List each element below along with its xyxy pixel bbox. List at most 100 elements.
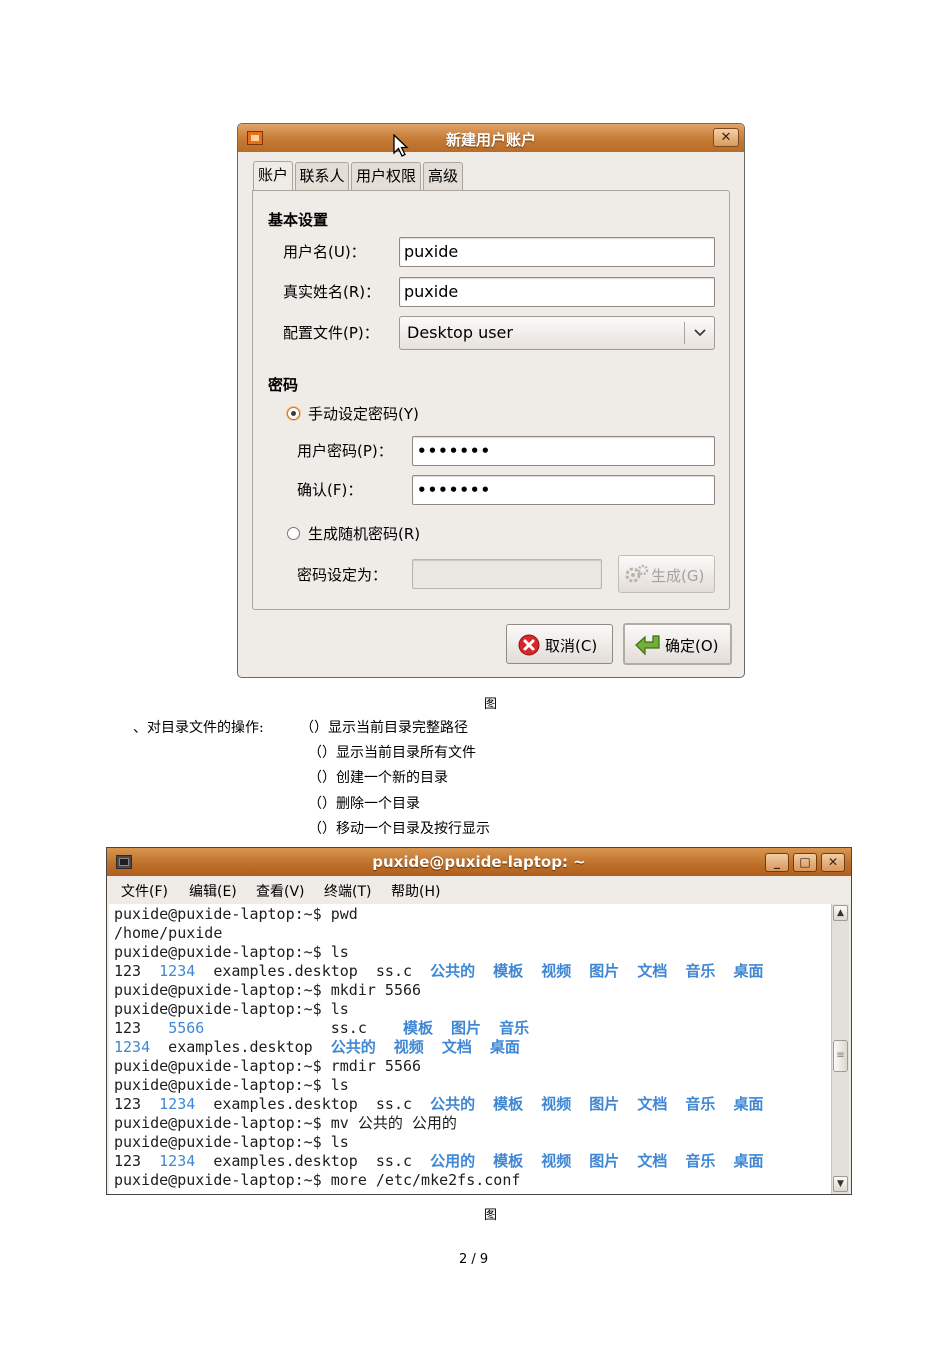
profile-select[interactable]: Desktop user (399, 316, 715, 350)
terminal-text: puxide@puxide-laptop:~$ mv 公共的 公用的 (114, 1114, 457, 1132)
terminal-line: puxide@puxide-laptop:~$ pwd (114, 905, 358, 924)
realname-label: 真实姓名(R)： (283, 283, 381, 301)
terminal-window: puxide@puxide-laptop: ~ _ □ ✕ 文件(F) 编辑(E… (106, 847, 852, 1195)
password-heading: 密码 (268, 376, 299, 394)
ops-intro: 、对目录文件的操作: (133, 720, 264, 736)
manual-password-label[interactable]: 手动设定密码(Y) (308, 403, 419, 424)
terminal-text: puxide@puxide-laptop:~$ ls (114, 1133, 349, 1151)
ops-item: （）显示当前目录完整路径 (300, 720, 468, 736)
profile-select-value: Desktop user (407, 323, 513, 342)
terminal-entry: 公共的 模板 视频 图片 文档 音乐 桌面 (430, 1095, 764, 1113)
terminal-line: 123 1234 examples.desktop ss.c 公用的 模板 视频… (114, 1152, 763, 1171)
terminal-line: puxide@puxide-laptop:~$ rmdir 5566 (114, 1057, 421, 1076)
enter-arrow-icon (635, 635, 660, 656)
tab-advanced[interactable]: 高级 (423, 162, 463, 190)
username-label: 用户名(U)： (283, 243, 366, 261)
terminal-entry: 1234 (159, 1095, 196, 1113)
menu-edit[interactable]: 编辑(E) (189, 881, 237, 901)
menu-terminal[interactable]: 终端(T) (324, 881, 371, 901)
ok-button[interactable]: 确定(O) (623, 623, 732, 665)
profile-label: 配置文件(P)： (283, 324, 379, 342)
terminal-line: 1234 examples.desktop 公共的 视频 文档 桌面 (114, 1038, 520, 1057)
minimize-button[interactable]: _ (765, 853, 789, 872)
terminal-line: puxide@puxide-laptop:~$ more /etc/mke2fs… (114, 1171, 520, 1190)
terminal-text: examples.desktop ss.c (195, 1152, 431, 1170)
menu-help[interactable]: 帮助(H) (391, 881, 440, 901)
figure-caption-1: 图 (484, 697, 498, 712)
tab-contact[interactable]: 联系人 (295, 162, 349, 190)
terminal-entry: 1234 (114, 1038, 151, 1056)
password-set-label: 密码设定为： (297, 566, 388, 584)
terminal-text: puxide@puxide-laptop:~$ more /etc/mke2fs… (114, 1171, 521, 1189)
terminal-text: puxide@puxide-laptop:~$ ls (114, 1076, 349, 1094)
terminal-entry: 公用的 模板 视频 图片 文档 音乐 桌面 (430, 1152, 764, 1170)
basic-settings-heading: 基本设置 (268, 211, 329, 229)
terminal-line: /home/puxide (114, 924, 222, 943)
terminal-line: puxide@puxide-laptop:~$ ls (114, 1000, 349, 1019)
cancel-icon (518, 634, 540, 656)
menu-file[interactable]: 文件(F) (121, 881, 168, 901)
new-user-dialog: 新建用户账户 ✕ 账户 联系人 用户权限 高级 基本设置 用户名(U)： pux… (237, 123, 745, 678)
terminal-text: puxide@puxide-laptop:~$ ls (114, 1000, 349, 1018)
maximize-button[interactable]: □ (793, 853, 817, 872)
terminal-entry: 1234 (159, 1152, 196, 1170)
terminal-text: /home/puxide (114, 924, 223, 942)
page-number: 2 / 9 (459, 1252, 489, 1267)
terminal-titlebar[interactable]: puxide@puxide-laptop: ~ _ □ ✕ (107, 848, 851, 876)
terminal-line: puxide@puxide-laptop:~$ ls (114, 943, 349, 962)
close-button[interactable]: ✕ (713, 128, 739, 147)
terminal-entry: 5566 (168, 1019, 205, 1037)
random-password-label[interactable]: 生成随机密码(R) (308, 523, 420, 544)
figure-caption-2: 图 (484, 1208, 498, 1223)
scroll-up-icon[interactable]: ▲ (833, 905, 848, 921)
scroll-down-icon[interactable]: ▼ (833, 1176, 848, 1192)
terminal-text: examples.desktop ss.c (195, 1095, 431, 1113)
terminal-entry: 1234 (159, 962, 196, 980)
ops-item: （）移动一个目录及按行显示 (308, 821, 490, 837)
terminal-text: 123 (114, 1019, 169, 1037)
ops-item: （）删除一个目录 (308, 796, 420, 812)
ok-button-label: 确定(O) (665, 637, 719, 655)
terminal-line: 123 1234 examples.desktop ss.c 公共的 模板 视频… (114, 962, 763, 981)
dialog-title: 新建用户账户 (445, 131, 536, 149)
generate-button[interactable]: 生成(G) (618, 555, 715, 593)
terminal-output[interactable]: puxide@puxide-laptop:~$ pwd/home/puxide p… (109, 904, 831, 1194)
mouse-cursor-icon (393, 134, 409, 157)
terminal-text: examples.desktop ss.c (195, 962, 431, 980)
manual-password-radio[interactable] (287, 407, 300, 420)
dialog-titlebar[interactable]: 新建用户账户 ✕ (238, 124, 744, 157)
tab-account[interactable]: 账户 (253, 161, 293, 191)
terminal-line: 123 1234 examples.desktop ss.c 公共的 模板 视频… (114, 1095, 763, 1114)
terminal-entry: 公共的 模板 视频 图片 文档 音乐 桌面 (430, 962, 764, 980)
terminal-text: puxide@puxide-laptop:~$ ls (114, 943, 349, 961)
terminal-scrollbar[interactable]: ▲ ≡ ▼ (831, 904, 849, 1194)
random-password-radio[interactable] (287, 527, 300, 540)
terminal-text: puxide@puxide-laptop:~$ pwd (114, 905, 358, 923)
confirm-password-input[interactable]: ••••••• (412, 475, 715, 505)
terminal-text: puxide@puxide-laptop:~$ mkdir 5566 (114, 981, 422, 999)
terminal-entry: 公共的 视频 文档 桌面 (330, 1038, 520, 1056)
ops-item: （）创建一个新的目录 (308, 770, 448, 786)
cancel-button[interactable]: 取消(C) (506, 624, 613, 664)
tab-user-privileges[interactable]: 用户权限 (351, 162, 421, 190)
terminal-entry: 模板 图片 音乐 (403, 1019, 530, 1037)
terminal-line: puxide@puxide-laptop:~$ mkdir 5566 (114, 981, 421, 1000)
terminal-text: 123 (114, 962, 160, 980)
user-password-label: 用户密码(P)： (297, 442, 393, 460)
combo-separator (684, 322, 685, 344)
terminal-menubar: 文件(F) 编辑(E) 查看(V) 终端(T) 帮助(H) (107, 876, 851, 904)
terminal-line: 123 5566 ss.c 模板 图片 音乐 (114, 1019, 529, 1038)
terminal-title: puxide@puxide-laptop: ~ (372, 853, 586, 871)
terminal-text: 123 (114, 1152, 160, 1170)
menu-view[interactable]: 查看(V) (256, 881, 305, 901)
terminal-text: puxide@puxide-laptop:~$ rmdir 5566 (114, 1057, 422, 1075)
generated-password-field (412, 559, 602, 589)
realname-input[interactable]: puxide (399, 277, 715, 307)
account-panel: 基本设置 用户名(U)： puxide 真实姓名(R)： puxide 配置文件… (252, 190, 730, 610)
ops-item: （）显示当前目录所有文件 (308, 745, 476, 761)
close-button[interactable]: ✕ (821, 853, 845, 872)
terminal-text: ss.c (204, 1019, 403, 1037)
scroll-thumb[interactable]: ≡ (833, 1040, 848, 1072)
user-password-input[interactable]: ••••••• (412, 436, 715, 466)
username-input[interactable]: puxide (399, 237, 715, 267)
